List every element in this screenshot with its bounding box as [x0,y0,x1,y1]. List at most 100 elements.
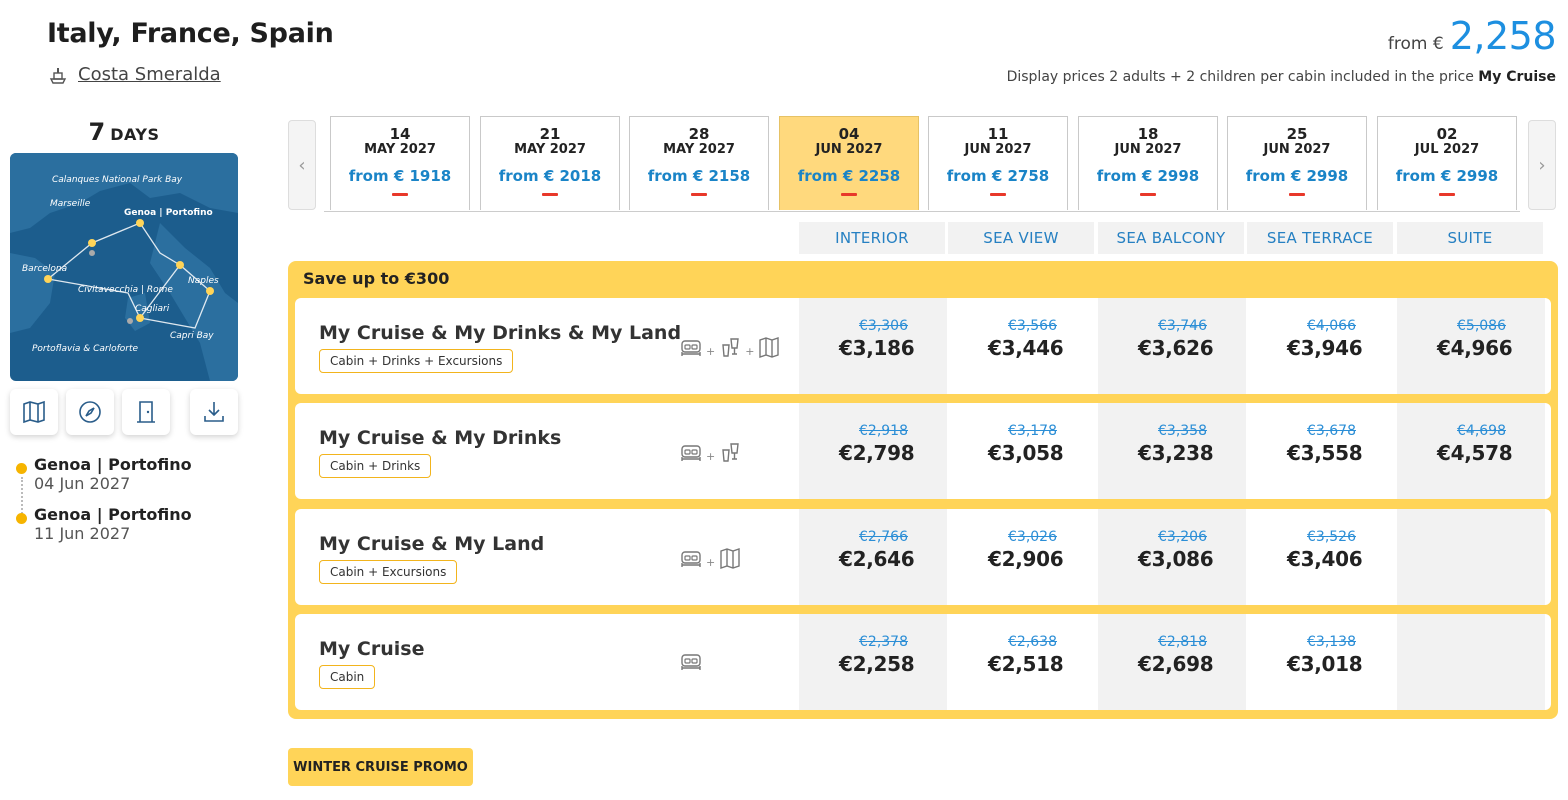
map-icon [23,400,45,424]
save-label: Save up to €300 [303,269,450,288]
date-price: from € 1918 [348,167,452,185]
price-cell[interactable]: €3,026 €2,906 [948,509,1096,605]
date-card[interactable]: 02 JUL 2027 from € 2998 [1377,116,1517,210]
price-cell[interactable]: €5,086 €4,966 [1397,298,1545,394]
price-cell[interactable]: €3,358 €3,238 [1098,403,1246,499]
old-price: €3,746 [1158,318,1207,334]
carousel-prev-button[interactable]: ‹ [288,120,316,210]
price-cell[interactable]: €3,746 €3,626 [1098,298,1246,394]
old-price: €3,678 [1307,423,1356,439]
date-dash [1140,193,1156,196]
price-cell[interactable]: €3,678 €3,558 [1247,403,1395,499]
carousel-next-button[interactable]: › [1528,120,1556,210]
date-price: from € 2158 [647,167,751,185]
map-tools [10,389,238,435]
date-price: from € 2758 [946,167,1050,185]
new-price: €2,906 [988,547,1064,571]
offer-icons [680,652,702,672]
price-cell[interactable]: €2,918 €2,798 [799,403,947,499]
new-price: €3,946 [1287,336,1363,360]
price-cell[interactable]: €2,818 €2,698 [1098,614,1246,710]
port-dot [88,239,96,247]
map-label: Genoa | Portofino [124,208,213,218]
date-card[interactable]: 11 JUN 2027 from € 2758 [928,116,1068,210]
price-cell[interactable]: €3,178 €3,058 [948,403,1096,499]
old-price: €2,766 [859,529,908,545]
date-card[interactable]: 18 JUN 2027 from € 2998 [1078,116,1218,210]
cabin-door-button[interactable] [122,389,170,435]
date-day: 21 [539,125,561,143]
port-dot [44,275,52,283]
price-cell[interactable]: €4,698 €4,578 [1397,403,1545,499]
display-note: Display prices 2 adults + 2 children per… [1006,69,1556,85]
offer-tag: Cabin + Drinks [319,454,432,478]
date-dash [1289,193,1305,196]
old-price: €4,066 [1307,318,1356,334]
old-price: €2,378 [859,634,908,650]
old-price: €5,086 [1457,318,1506,334]
cabin-header: SEA VIEW [948,222,1094,254]
date-card[interactable]: 28 MAY 2027 from € 2158 [629,116,769,210]
old-price: €3,566 [1008,318,1057,334]
price-cell[interactable]: €3,306 €3,186 [799,298,947,394]
itinerary-map[interactable]: Calanques National Park Bay Marseille Ge… [10,153,238,381]
date-month: JUN 2027 [815,142,883,157]
date-card[interactable]: 21 MAY 2027 from € 2018 [480,116,620,210]
offer-row: My Cruise & My Drinks & My Land Cabin + D… [295,298,1551,394]
stop-date: 11 Jun 2027 [34,524,131,543]
date-card[interactable]: 14 MAY 2027 from € 1918 [330,116,470,210]
date-card[interactable]: 04 JUN 2027 from € 2258 [779,116,919,210]
door-icon [137,401,155,423]
price-cell[interactable]: €3,206 €3,086 [1098,509,1246,605]
days-number: 7 [88,118,106,146]
port-dot [136,314,144,322]
map-icon [720,548,740,569]
download-button[interactable] [190,389,238,435]
ship-link[interactable]: Costa Smeralda [48,64,221,85]
new-price: €3,186 [839,336,915,360]
price-cell[interactable]: €3,526 €3,406 [1247,509,1395,605]
days-label: DAYS [110,125,160,144]
compass-icon [79,401,101,423]
new-price: €2,518 [988,652,1064,676]
from-label: from € [1387,34,1444,54]
date-dash [392,193,408,196]
offer-icons: + + [680,336,780,358]
ship-icon [49,67,67,84]
offer-name: My Cruise & My Drinks [319,427,562,449]
old-price: €2,918 [859,423,908,439]
date-dash [990,193,1006,196]
bed-icon [681,551,701,567]
old-price: €2,638 [1008,634,1057,650]
date-dash [691,193,707,196]
ship-name[interactable]: Costa Smeralda [78,64,221,85]
price-cell[interactable]: €2,378 €2,258 [799,614,947,710]
date-card[interactable]: 25 JUN 2027 from € 2998 [1227,116,1367,210]
bed-icon [681,340,701,356]
date-month: JUN 2027 [1114,142,1182,157]
date-month: JUN 2027 [964,142,1032,157]
date-month: MAY 2027 [663,142,735,157]
winter-promo-button[interactable]: WINTER CRUISE PROMO [288,748,473,786]
map-label: Civitavecchia | Rome [78,285,173,295]
offer-name: My Cruise & My Drinks & My Land [319,322,682,344]
stop-date: 04 Jun 2027 [34,474,131,493]
old-price: €3,206 [1158,529,1207,545]
offer-name: My Cruise & My Land [319,533,545,555]
price-cell[interactable]: €4,066 €3,946 [1247,298,1395,394]
price-cell[interactable]: €2,766 €2,646 [799,509,947,605]
drink-icon [722,338,740,357]
map-label: Calanques National Park Bay [52,175,183,185]
price-cell[interactable]: €2,638 €2,518 [948,614,1096,710]
carousel-baseline [324,211,1520,212]
new-price: €3,626 [1138,336,1214,360]
stop-dot [16,513,27,524]
new-price: €2,646 [839,547,915,571]
price-cell[interactable]: €3,566 €3,446 [948,298,1096,394]
map-label: Portoflavia & Carloforte [32,344,138,354]
price-cell[interactable]: €3,138 €3,018 [1247,614,1395,710]
port-dot [89,250,95,256]
map-view-button[interactable] [10,389,58,435]
compass-button[interactable] [66,389,114,435]
date-day: 11 [987,125,1009,143]
